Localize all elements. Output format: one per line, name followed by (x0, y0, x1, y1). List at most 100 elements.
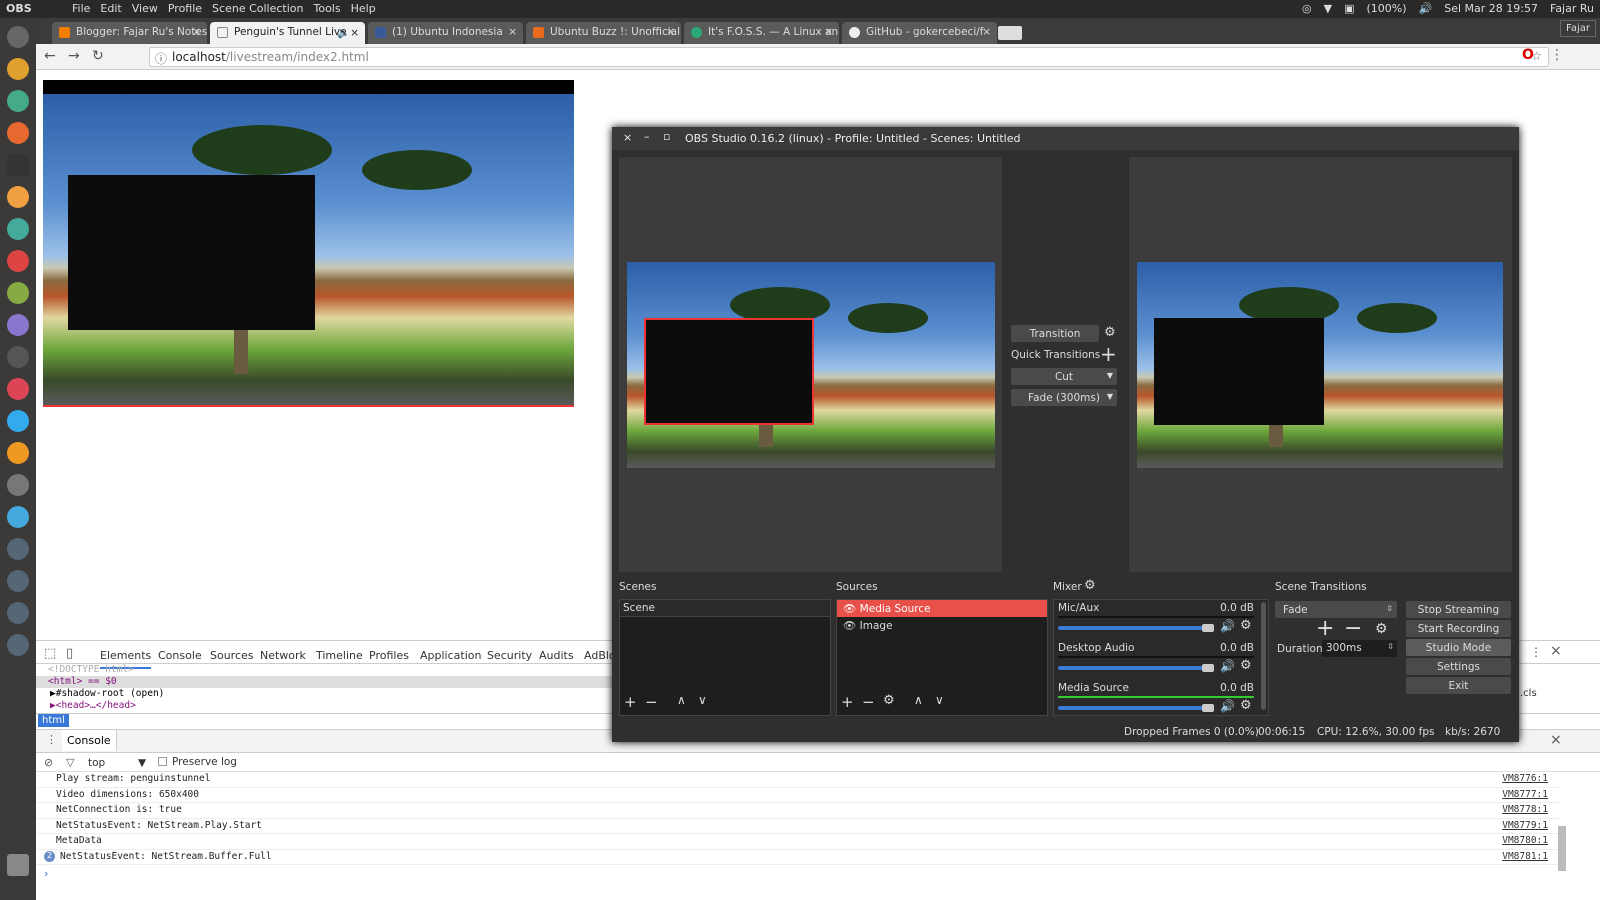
remove-source-icon[interactable]: − (862, 693, 875, 711)
mixer-settings-gear-icon[interactable]: ⚙ (1084, 578, 1096, 593)
tab-timeline[interactable]: Timeline (316, 649, 363, 662)
video-player[interactable] (43, 80, 574, 407)
transition-select[interactable]: Fade ⇳ (1275, 601, 1397, 618)
volume-slider-handle[interactable] (1202, 704, 1214, 712)
profile-button[interactable]: Fajar (1560, 20, 1596, 37)
add-scene-icon[interactable]: + (624, 693, 637, 711)
volume-slider[interactable] (1058, 706, 1208, 710)
app-icon[interactable] (7, 410, 29, 432)
close-window-icon[interactable]: × (623, 131, 632, 144)
tab-adblock[interactable]: AdBlock (584, 649, 612, 662)
channel-settings-gear-icon[interactable]: ⚙ (1240, 698, 1252, 713)
close-drawer-icon[interactable]: × (1550, 732, 1562, 748)
console-prompt[interactable]: › (44, 867, 48, 880)
tab-profiles[interactable]: Profiles (369, 649, 409, 662)
chrome-menu-icon[interactable]: ⋮ (1550, 47, 1564, 63)
clear-console-icon[interactable]: ⊘ (44, 756, 53, 769)
add-transition-icon[interactable]: + (1316, 616, 1334, 641)
scene-item[interactable]: Scene (620, 600, 830, 617)
tab-application[interactable]: Application (420, 649, 481, 662)
obs-tray-icon[interactable]: ◎ (1302, 2, 1312, 15)
tab-sources[interactable]: Sources (210, 649, 254, 662)
app-icon[interactable] (7, 570, 29, 592)
channel-settings-gear-icon[interactable]: ⚙ (1240, 618, 1252, 633)
channel-settings-gear-icon[interactable]: ⚙ (1240, 658, 1252, 673)
dash-icon[interactable] (7, 26, 29, 48)
menu-scene-collection[interactable]: Scene Collection (212, 2, 303, 15)
breadcrumb-html[interactable]: html (38, 714, 69, 727)
app-icon[interactable] (7, 346, 29, 368)
menu-tools[interactable]: Tools (314, 2, 341, 15)
filter-icon[interactable]: ▽ (66, 756, 74, 769)
volume-slider[interactable] (1058, 626, 1208, 630)
tab-network[interactable]: Network (260, 649, 306, 662)
minimize-window-icon[interactable]: – (644, 130, 650, 143)
transition-settings-gear-icon[interactable]: ⚙ (1104, 325, 1116, 340)
selected-source-bounds[interactable] (644, 318, 814, 425)
close-tab-icon[interactable]: × (508, 26, 517, 38)
app-icon[interactable] (7, 250, 29, 272)
menu-edit[interactable]: Edit (100, 2, 121, 15)
duration-input[interactable]: 300ms ⇳ (1322, 640, 1397, 657)
transition-button[interactable]: Transition (1011, 325, 1099, 342)
app-icon[interactable] (7, 442, 29, 464)
obs-launcher-icon[interactable] (7, 474, 29, 496)
source-link[interactable]: VM8776:1 (1502, 773, 1548, 784)
move-scene-up-icon[interactable]: ∧ (677, 693, 686, 707)
visibility-eye-icon[interactable]: 👁 (843, 603, 860, 615)
devtools-menu-icon[interactable]: ⋮ (1530, 645, 1542, 659)
url-input[interactable]: ⓘ localhost/livestream/index2.html ☆ (149, 47, 1549, 67)
browser-tab[interactable]: Ubuntu Buzz !: Unofficial × (526, 22, 681, 44)
move-source-down-icon[interactable]: ∨ (935, 693, 944, 707)
battery-icon[interactable]: ▣ (1344, 2, 1354, 15)
app-icon[interactable] (7, 634, 29, 656)
close-tab-icon[interactable]: 🔈× (337, 26, 359, 39)
visibility-eye-icon[interactable]: 👁 (843, 620, 860, 632)
terminal-icon[interactable] (7, 154, 29, 176)
settings-button[interactable]: Settings (1406, 658, 1511, 675)
reload-icon[interactable]: ↻ (92, 48, 104, 64)
start-recording-button[interactable]: Start Recording (1406, 620, 1511, 637)
app-icon[interactable] (7, 282, 29, 304)
forward-icon[interactable]: → (68, 48, 80, 64)
quick-transition-fade[interactable]: Fade (300ms) ▼ (1011, 389, 1117, 406)
volume-slider-handle[interactable] (1202, 664, 1214, 672)
tab-console[interactable]: Console (158, 649, 202, 662)
app-icon[interactable] (7, 186, 29, 208)
volume-icon[interactable]: 🔊 (1419, 2, 1433, 15)
dom-shadow-root[interactable]: ▶#shadow-root (open) (50, 688, 164, 699)
close-devtools-icon[interactable]: × (1550, 643, 1562, 659)
dom-html-node[interactable]: <html> == $0 (48, 676, 117, 687)
preview-panel[interactable] (619, 157, 1002, 572)
source-item-media-source[interactable]: 👁 Media Source (837, 600, 1047, 617)
opera-extension-icon[interactable]: O (1522, 47, 1534, 63)
app-icon[interactable] (7, 538, 29, 560)
volume-slider-handle[interactable] (1202, 624, 1214, 632)
tab-security[interactable]: Security (487, 649, 532, 662)
add-quick-transition-icon[interactable]: + (1100, 342, 1117, 366)
app-icon[interactable] (7, 218, 29, 240)
user-menu[interactable]: Fajar Ru (1550, 2, 1594, 15)
firefox-icon[interactable] (7, 122, 29, 144)
tab-audits[interactable]: Audits (539, 649, 574, 662)
app-icon[interactable] (7, 378, 29, 400)
files-icon[interactable] (7, 58, 29, 80)
source-link[interactable]: VM8777:1 (1502, 789, 1548, 800)
console-scrollbar[interactable] (1558, 826, 1566, 871)
app-icon[interactable] (7, 506, 29, 528)
mixer-scrollbar[interactable] (1261, 602, 1266, 710)
close-tab-icon[interactable]: × (982, 26, 991, 38)
close-tab-icon[interactable]: × (192, 26, 201, 38)
menu-profile[interactable]: Profile (168, 2, 202, 15)
add-source-icon[interactable]: + (841, 693, 854, 711)
move-scene-down-icon[interactable]: ∨ (698, 693, 707, 707)
close-tab-icon[interactable]: × (824, 26, 833, 38)
mute-speaker-icon[interactable]: 🔊 (1220, 699, 1235, 713)
transition-properties-gear-icon[interactable]: ⚙ (1375, 621, 1388, 637)
source-properties-gear-icon[interactable]: ⚙ (883, 693, 895, 708)
dom-head-node[interactable]: ▶<head>…</head> (50, 700, 136, 711)
browser-tab[interactable]: Blogger: Fajar Ru's Notes × (52, 22, 207, 44)
close-tab-icon[interactable]: × (666, 26, 675, 38)
remove-transition-icon[interactable]: − (1344, 616, 1362, 641)
clock[interactable]: Sel Mar 28 19:57 (1444, 2, 1538, 15)
